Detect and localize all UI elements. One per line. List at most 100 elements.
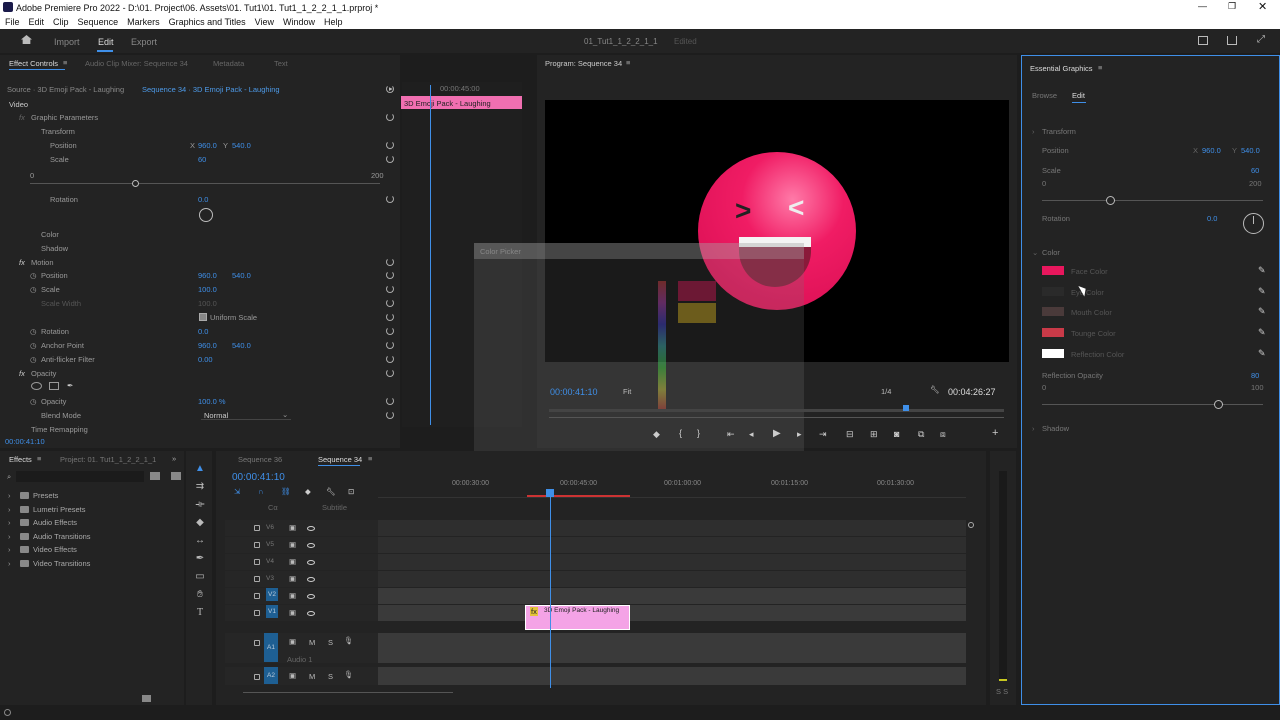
opacity-value[interactable]: 100.0 % (198, 397, 226, 406)
color-swatch[interactable] (1042, 348, 1064, 358)
reset-icon[interactable] (386, 85, 394, 93)
tab-browse[interactable]: Browse (1032, 91, 1057, 100)
wrench-icon[interactable]: 🔧︎ (930, 385, 940, 394)
reset-icon[interactable] (386, 258, 394, 266)
timeline-scrollbar[interactable] (243, 692, 453, 693)
track-select-icon[interactable]: ⇉ (194, 481, 206, 493)
rectangle-mask-icon[interactable] (49, 382, 59, 390)
scale-slider-handle[interactable] (132, 180, 139, 187)
color-swatch[interactable] (1042, 286, 1064, 296)
stopwatch-icon[interactable]: ◷ (30, 397, 37, 406)
hamburger-icon[interactable]: ≡ (368, 454, 372, 463)
color-section[interactable]: Color (1042, 248, 1060, 257)
anchor-y-value[interactable]: 540.0 (232, 341, 251, 350)
track-label-v4[interactable]: V4 (266, 558, 274, 565)
lock-icon[interactable] (254, 640, 260, 646)
menu-item-file[interactable]: File (5, 17, 20, 27)
position-x-value[interactable]: 960.0 (198, 141, 217, 150)
tab-edit[interactable]: Edit (98, 37, 114, 47)
lift-icon[interactable]: ⊟ (846, 429, 854, 440)
reset-icon[interactable] (386, 313, 394, 321)
lock-icon[interactable] (254, 542, 260, 548)
mute-button[interactable]: M (309, 672, 315, 681)
eg-rotation-value[interactable]: 0.0 (1207, 214, 1217, 223)
razor-tool-icon[interactable]: ◆ (194, 517, 206, 529)
track-v1[interactable] (378, 605, 966, 621)
tab-sequence-34[interactable]: Sequence 34 (318, 455, 362, 464)
eye-icon[interactable] (307, 543, 315, 548)
track-label-v3[interactable]: V3 (266, 575, 274, 582)
microphone-icon[interactable]: 🎙︎ (344, 636, 354, 645)
step-back-icon[interactable]: ◂ (749, 429, 754, 440)
eg-x-value[interactable]: 960.0 (1202, 146, 1221, 155)
motion-position-y[interactable]: 540.0 (232, 271, 251, 280)
antiflicker-value[interactable]: 0.00 (198, 355, 213, 364)
type-tool-icon[interactable]: T (194, 607, 206, 619)
stopwatch-icon[interactable]: ◷ (30, 327, 37, 336)
ellipse-mask-icon[interactable] (31, 382, 42, 390)
track-a1[interactable] (378, 633, 966, 663)
compare-icon[interactable]: ⧉ (918, 429, 924, 440)
chevron-right-icon[interactable]: › (8, 491, 11, 500)
multicam-icon[interactable]: ⧈ (940, 429, 946, 440)
film-icon[interactable]: ▣ (289, 591, 296, 600)
settings-wrench-icon[interactable]: 🔧︎ (326, 487, 336, 496)
transform-label[interactable]: Transform (41, 127, 75, 136)
graphic-params-label[interactable]: Graphic Parameters (31, 113, 98, 122)
effects-folder-presets[interactable]: Presets (33, 491, 58, 500)
effects-folder-audio-effects[interactable]: Audio Effects (33, 518, 77, 527)
add-marker-icon[interactable]: ◆ (653, 429, 660, 440)
lock-icon[interactable] (254, 525, 260, 531)
reset-icon[interactable] (386, 195, 394, 203)
quality-dropdown[interactable]: 1/4 (881, 387, 891, 396)
shadow-section[interactable]: Shadow (1042, 424, 1069, 433)
fit-dropdown[interactable]: Fit (623, 387, 631, 396)
ripple-edit-icon[interactable]: ⟛ (194, 499, 206, 511)
scale-value[interactable]: 60 (198, 155, 206, 164)
eye-icon[interactable] (307, 611, 315, 616)
reset-icon[interactable] (386, 327, 394, 335)
tab-export[interactable]: Export (131, 37, 157, 47)
hand-tool-icon[interactable]: ✋︎ (194, 589, 206, 601)
chevron-right-icon[interactable]: › (8, 505, 11, 514)
menu-item-edit[interactable]: Edit (29, 17, 45, 27)
rotation-dial-icon[interactable] (199, 208, 213, 222)
close-button[interactable]: ✕ (1258, 0, 1267, 13)
eye-icon[interactable] (307, 577, 315, 582)
effects-search-input[interactable] (16, 471, 144, 482)
sync-lock-icon[interactable]: ▣ (289, 637, 296, 646)
anchor-x-value[interactable]: 960.0 (198, 341, 217, 350)
step-forward-icon[interactable]: ▸ (797, 429, 802, 440)
ro-handle[interactable] (1214, 400, 1223, 409)
time-remapping-label[interactable]: Time Remapping (31, 425, 88, 434)
track-label-a1[interactable]: A1 (264, 633, 278, 662)
pen-tool-icon[interactable]: ✒ (194, 553, 206, 565)
track-v5[interactable] (378, 537, 966, 553)
menu-item-sequence[interactable]: Sequence (78, 17, 119, 27)
color-label[interactable]: Color (41, 230, 59, 239)
lock-icon[interactable] (254, 674, 260, 680)
menu-item-graphics-and-titles[interactable]: Graphics and Titles (169, 17, 246, 27)
menu-item-clip[interactable]: Clip (53, 17, 69, 27)
selection-tool-icon[interactable]: ▲ (194, 463, 206, 475)
stopwatch-icon[interactable]: ◷ (30, 355, 37, 364)
lock-icon[interactable] (254, 559, 260, 565)
motion-position-x[interactable]: 960.0 (198, 271, 217, 280)
hamburger-icon[interactable]: ≡ (1098, 63, 1102, 72)
tab-audio-clip-mixer[interactable]: Audio Clip Mixer: Sequence 34 (85, 59, 188, 68)
tab-effects[interactable]: Effects (9, 455, 32, 464)
pen-mask-icon[interactable]: ✒ (67, 381, 73, 390)
track-label-v6[interactable]: V6 (266, 524, 274, 531)
share-icon[interactable] (1227, 36, 1237, 45)
tab-metadata[interactable]: Metadata (213, 59, 244, 68)
film-icon[interactable]: ▣ (289, 557, 296, 566)
motion-label[interactable]: Motion (31, 258, 54, 267)
track-v6[interactable] (378, 520, 966, 536)
chevron-right-icon[interactable]: › (8, 532, 11, 541)
lock-icon[interactable] (254, 576, 260, 582)
transform-section[interactable]: Transform (1042, 127, 1076, 136)
go-to-in-icon[interactable]: ⇤ (727, 429, 735, 440)
eg-scale-value[interactable]: 60 (1251, 166, 1259, 175)
yuv-icon[interactable] (171, 472, 181, 480)
effects-folder-video-effects[interactable]: Video Effects (33, 545, 77, 554)
